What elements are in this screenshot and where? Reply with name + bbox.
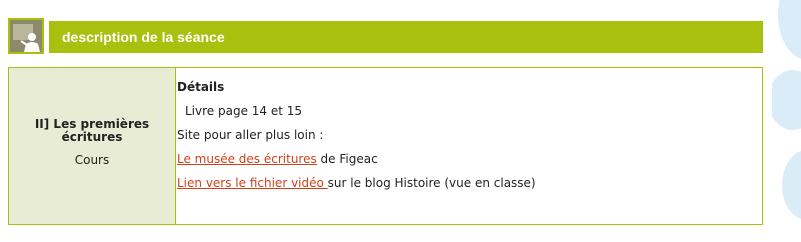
museum-link-suffix: de Figeac <box>316 152 378 166</box>
museum-link[interactable]: Le musée des écritures <box>177 152 317 166</box>
session-summary-cell: II] Les premières écritures Cours <box>9 68 176 224</box>
session-table: II] Les premières écritures Cours Détail… <box>8 67 763 225</box>
lesson-title: II] Les premières écritures <box>34 116 150 144</box>
more-info-intro: Site pour aller plus loin : <box>177 128 324 142</box>
video-link-line: Lien vers le fichier vidéo sur le blog H… <box>177 176 762 200</box>
section-title: description de la séance <box>62 29 225 45</box>
book-reference: Livre page 14 et 15 <box>185 104 303 118</box>
museum-link-line: Le musée des écritures de Figeac <box>177 152 762 176</box>
session-details-cell: Détails Livre page 14 et 15 Site pour al… <box>176 68 762 224</box>
video-link[interactable]: Lien vers le fichier vidéo <box>177 176 328 190</box>
teacher-board-icon <box>8 18 44 54</box>
section-header: description de la séance <box>49 21 763 53</box>
background-decoration <box>772 0 801 242</box>
video-link-suffix: sur le blog Histoire (vue en classe) <box>327 176 536 190</box>
lesson-type: Cours <box>74 152 110 167</box>
details-heading: Détails <box>177 80 225 94</box>
